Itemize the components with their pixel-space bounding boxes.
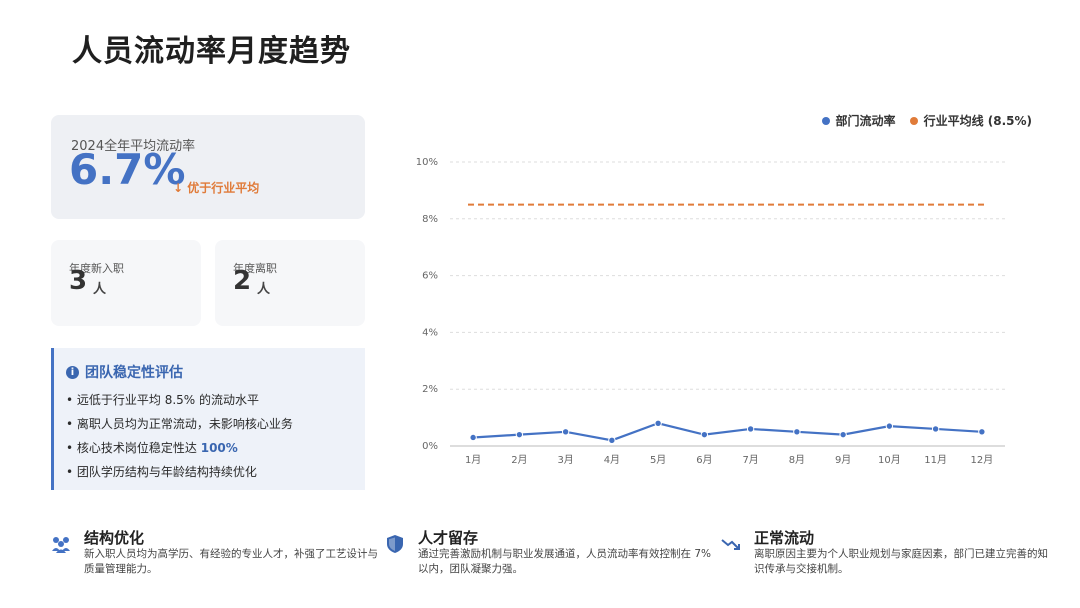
departures-card: 年度离职 2 人 bbox=[215, 240, 365, 326]
trend-down-icon bbox=[721, 539, 740, 550]
x-tick-label: 6月 bbox=[696, 454, 712, 466]
people-icon bbox=[52, 537, 70, 553]
stability-card: i 团队稳定性评估 • 远低于行业平均 8.5% 的流动水平 • 离职人员均为正… bbox=[51, 348, 365, 490]
data-point bbox=[654, 419, 662, 427]
x-tick-label: 11月 bbox=[924, 454, 947, 466]
annual-turnover-note: ↓ 优于行业平均 bbox=[173, 181, 260, 195]
x-tick-label: 1月 bbox=[465, 454, 481, 466]
retention-desc: 通过完善激励机制与职业发展通道，人员流动率有效控制在 7% 以内，团队凝聚力强。 bbox=[418, 548, 711, 575]
stability-item: • 核心技术岗位稳定性达 100% bbox=[66, 441, 238, 455]
annual-turnover-card: 2024全年平均流动率 6.7% ↓ 优于行业平均 bbox=[51, 115, 365, 219]
departures-value: 2 bbox=[233, 266, 252, 296]
stability-item: • 远低于行业平均 8.5% 的流动水平 bbox=[66, 393, 260, 407]
stability-title: 团队稳定性评估 bbox=[85, 365, 183, 381]
y-tick-label: 4% bbox=[422, 327, 438, 338]
stability-list: • 远低于行业平均 8.5% 的流动水平 • 离职人员均为正常流动，未影响核心业… bbox=[66, 388, 293, 484]
data-point bbox=[700, 430, 709, 439]
x-tick-label: 2月 bbox=[511, 454, 527, 466]
structure-title: 结构优化 bbox=[84, 529, 145, 547]
new-hires-unit: 人 bbox=[93, 282, 107, 297]
stability-item: • 团队学历结构与年龄结构持续优化 bbox=[66, 465, 257, 479]
stability-item: • 离职人员均为正常流动，未影响核心业务 bbox=[66, 417, 293, 431]
page-title: 人员流动率月度趋势 bbox=[72, 34, 351, 69]
new-hires-value: 3 bbox=[69, 266, 88, 296]
x-tick-label: 9月 bbox=[835, 454, 851, 466]
x-tick-label: 12月 bbox=[971, 454, 994, 466]
data-point bbox=[608, 436, 616, 445]
y-tick-label: 8% bbox=[422, 214, 438, 225]
x-tick-label: 4月 bbox=[604, 454, 620, 466]
data-point bbox=[885, 422, 894, 430]
data-point bbox=[561, 428, 570, 436]
y-tick-label: 2% bbox=[422, 384, 438, 395]
normal-desc: 离职原因主要为个人职业规划与家庭因素，部门已建立完善的知识传承与交接机制。 bbox=[754, 548, 1048, 575]
series-line bbox=[473, 422, 982, 442]
data-point bbox=[469, 433, 477, 442]
info-icon: i bbox=[66, 365, 79, 379]
data-point bbox=[978, 428, 986, 436]
x-tick-label: 10月 bbox=[878, 454, 901, 466]
stability-heading: i 团队稳定性评估 bbox=[66, 362, 183, 382]
shield-icon bbox=[387, 535, 403, 553]
structure-desc: 新入职人员均为高学历、有经验的专业人才，补强了工艺设计与质量管理能力。 bbox=[84, 548, 378, 575]
x-tick-label: 5月 bbox=[650, 454, 666, 466]
turnover-chart: 0% 2% 4% 6% 8% 10% 1月 2月 3月 4月 5月 6月 7月 8月 9月 10月 11月 12月 bbox=[395, 105, 1045, 475]
retention-title: 人才留存 bbox=[418, 529, 479, 547]
departures-unit: 人 bbox=[257, 282, 271, 297]
data-point bbox=[839, 430, 847, 439]
x-tick-label: 3月 bbox=[557, 454, 573, 466]
x-tick-label: 8月 bbox=[789, 454, 805, 466]
data-point bbox=[931, 425, 940, 433]
y-tick-label: 6% bbox=[422, 271, 438, 282]
stability-highlight: 100% bbox=[200, 441, 238, 455]
new-hires-card: 年度新入职 3 人 bbox=[51, 240, 201, 326]
normal-title: 正常流动 bbox=[754, 529, 815, 547]
data-point bbox=[746, 425, 755, 433]
y-tick-label: 10% bbox=[416, 157, 438, 168]
y-tick-label: 0% bbox=[422, 441, 438, 452]
data-point bbox=[515, 430, 524, 439]
annual-turnover-value: 6.7% bbox=[69, 145, 186, 194]
chart-svg: 0% 2% 4% 6% 8% 10% 1月 2月 3月 4月 5月 6月 7月 8月 9月 10月 11月 12月 bbox=[416, 157, 1005, 466]
x-tick-label: 7月 bbox=[742, 454, 758, 466]
data-point bbox=[793, 428, 801, 436]
